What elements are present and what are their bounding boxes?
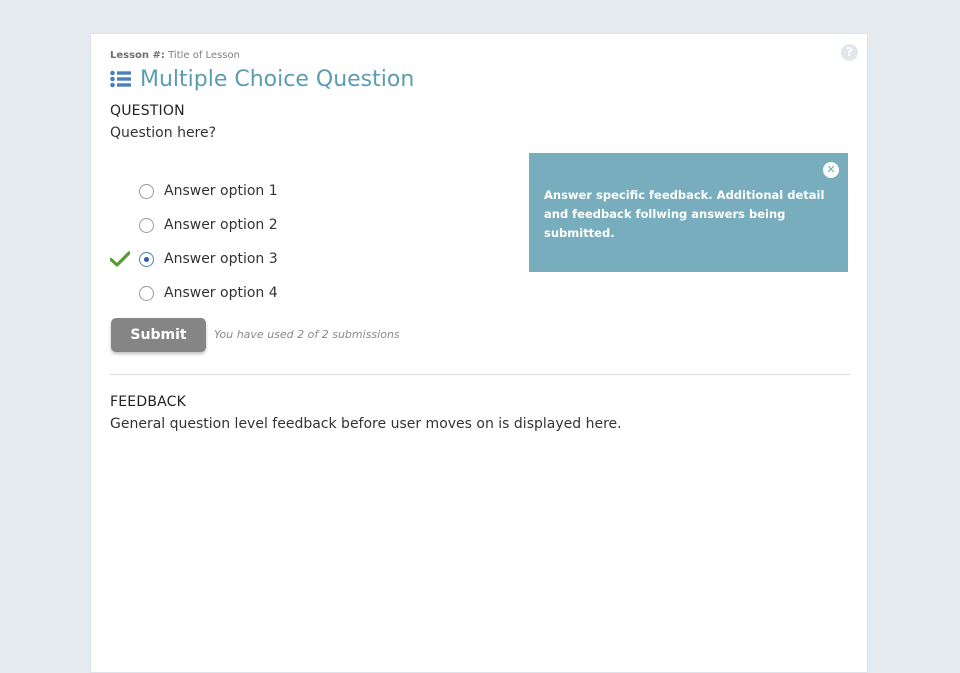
check-slot (110, 181, 139, 201)
answer-feedback-popup: ✕ Answer specific feedback. Additional d… (529, 153, 848, 272)
check-slot (110, 215, 139, 235)
answer-label: Answer option 1 (164, 183, 278, 199)
answer-option-3[interactable]: Answer option 3 (110, 242, 410, 276)
page-title: Multiple Choice Question (140, 66, 415, 92)
lesson-label: Lesson #: (110, 50, 165, 61)
question-heading: QUESTION (110, 103, 185, 119)
submit-button[interactable]: Submit (111, 318, 206, 352)
radio-button[interactable] (139, 183, 154, 199)
popup-feedback-text: Answer specific feedback. Additional det… (544, 188, 825, 240)
help-icon[interactable]: ? (841, 44, 858, 61)
answer-option-2[interactable]: Answer option 2 (110, 208, 410, 242)
check-slot (110, 249, 139, 269)
close-circle-icon[interactable]: ✕ (823, 162, 839, 178)
question-text: Question here? (110, 125, 217, 141)
radio-button[interactable] (139, 217, 154, 233)
answer-label: Answer option 4 (164, 285, 278, 301)
check-slot (110, 283, 139, 303)
answer-list: Answer option 1 Answer option 2 Answer o… (110, 174, 410, 310)
lesson-breadcrumb: Lesson #: Title of Lesson (110, 50, 240, 61)
list-icon (110, 70, 131, 88)
answer-label: Answer option 2 (164, 217, 278, 233)
feedback-heading: FEEDBACK (110, 394, 187, 410)
lesson-title: Title of Lesson (168, 50, 240, 61)
radio-button[interactable] (139, 285, 154, 301)
answer-option-1[interactable]: Answer option 1 (110, 174, 410, 208)
submission-count-note: You have used 2 of 2 submissions (214, 328, 400, 341)
feedback-text: General question level feedback before u… (110, 416, 622, 432)
answer-option-4[interactable]: Answer option 4 (110, 276, 410, 310)
answer-label: Answer option 3 (164, 251, 278, 267)
checkmark-icon (110, 251, 130, 267)
question-card: ? Lesson #: Title of Lesson Multiple Cho… (90, 33, 868, 673)
divider (110, 374, 850, 375)
radio-button-selected[interactable] (139, 251, 154, 267)
title-row: Multiple Choice Question (110, 64, 414, 94)
